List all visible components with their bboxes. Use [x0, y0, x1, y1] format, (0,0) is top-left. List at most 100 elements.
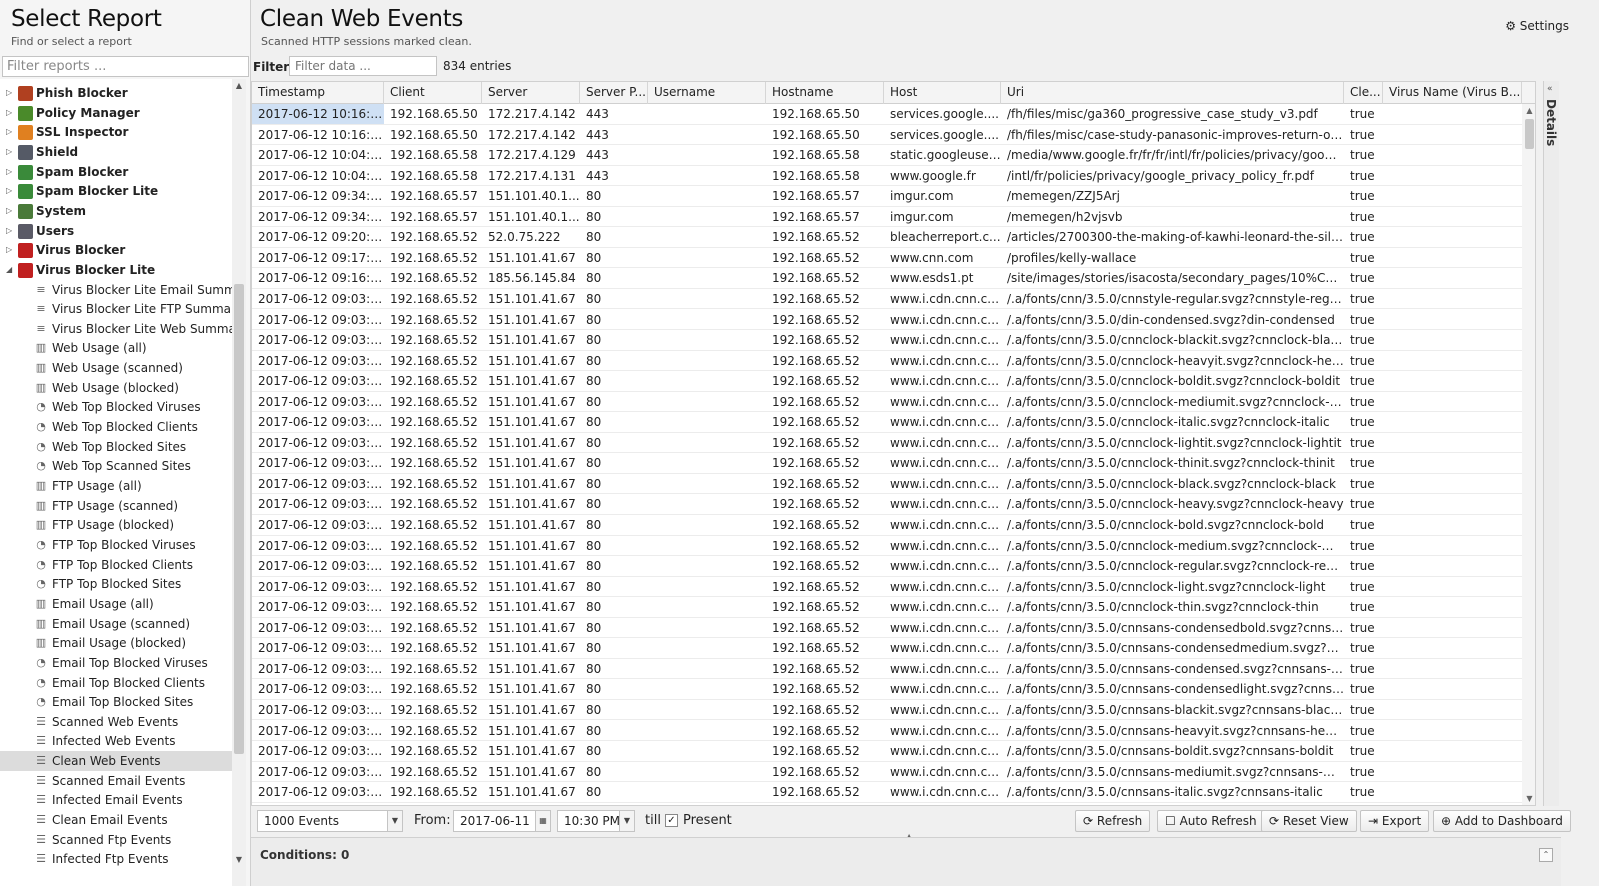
column-header[interactable]: Uri [1001, 82, 1344, 104]
expand-triangle-icon[interactable]: ▷ [6, 162, 16, 182]
tree-report-item[interactable]: ◔ Web Top Blocked Clients [0, 417, 237, 437]
scroll-up-icon[interactable]: ▲ [234, 81, 244, 90]
scroll-down-icon[interactable]: ▼ [234, 855, 244, 864]
report-filter-input[interactable] [2, 56, 249, 77]
reset-view-button[interactable]: ⟳ Reset View [1261, 810, 1357, 832]
column-header[interactable]: Hostname [766, 82, 884, 104]
table-row[interactable]: 2017-06-12 09:03:0... 192.168.65.52 151.10… [252, 638, 1522, 659]
auto-refresh-button[interactable]: ☐ Auto Refresh [1157, 810, 1265, 832]
table-row[interactable]: 2017-06-12 09:03:0... 192.168.65.52 151.10… [252, 515, 1522, 536]
table-row[interactable]: 2017-06-12 09:03:0... 192.168.65.52 151.10… [252, 453, 1522, 474]
tree-report-item[interactable]: ◔ FTP Top Blocked Sites [0, 574, 237, 594]
tree-category[interactable]: ▷ Spam Blocker [0, 162, 237, 182]
settings-button[interactable]: ⚙ Settings [1505, 19, 1569, 33]
export-button[interactable]: ⇥ Export [1360, 810, 1430, 832]
table-row[interactable]: 2017-06-12 09:03:0... 192.168.65.52 151.10… [252, 700, 1522, 721]
table-row[interactable]: 2017-06-12 09:03:0... 192.168.65.52 151.10… [252, 474, 1522, 495]
table-row[interactable]: 2017-06-12 10:04:2... 192.168.65.58 172.21… [252, 145, 1522, 166]
column-header[interactable]: Server [482, 82, 580, 104]
tree-report-item[interactable]: ≡ Virus Blocker Lite Web Summary [0, 319, 237, 339]
add-to-dashboard-button[interactable]: ⊕ Add to Dashboard [1433, 810, 1571, 832]
tree-report-item[interactable]: ☰ Clean Email Events [0, 810, 237, 830]
tree-category[interactable]: ▷ Shield [0, 142, 237, 162]
tree-report-item[interactable]: ◔ Web Top Blocked Viruses [0, 397, 237, 417]
table-row[interactable]: 2017-06-12 09:03:0... 192.168.65.52 151.10… [252, 659, 1522, 680]
expand-triangle-icon[interactable]: ▷ [6, 240, 16, 260]
table-row[interactable]: 2017-06-12 10:16:3... 192.168.65.50 172.21… [252, 125, 1522, 146]
tree-report-item[interactable]: ▥ Email Usage (blocked) [0, 633, 237, 653]
expand-triangle-icon[interactable]: ▷ [6, 122, 16, 142]
expand-triangle-icon[interactable]: ▷ [6, 201, 16, 221]
column-header[interactable]: Cle... [1344, 82, 1383, 104]
tree-report-item[interactable]: ▥ Web Usage (all) [0, 338, 237, 358]
grid-scrollbar[interactable]: ▲ ▼ [1522, 104, 1535, 805]
tree-category[interactable]: ▷ System [0, 201, 237, 221]
tree-report-item[interactable]: ▥ Web Usage (scanned) [0, 358, 237, 378]
from-time-field[interactable]: 10:30 PM ▼ [557, 810, 635, 832]
tree-report-item[interactable]: ◔ Email Top Blocked Viruses [0, 653, 237, 673]
table-row[interactable]: 2017-06-12 09:34:2... 192.168.65.57 151.10… [252, 207, 1522, 228]
refresh-button[interactable]: ⟳ Refresh [1075, 810, 1151, 832]
data-filter-input[interactable] [289, 56, 437, 76]
tree-category[interactable]: ▷ Phish Blocker [0, 83, 237, 103]
tree-report-item[interactable]: ☰ Infected Ftp Events [0, 849, 237, 869]
tree-category[interactable]: ▷ Spam Blocker Lite [0, 181, 237, 201]
tree-report-item[interactable]: ☰ Infected Email Events [0, 790, 237, 810]
tree-report-item[interactable]: ▥ FTP Usage (scanned) [0, 496, 237, 516]
expand-triangle-icon[interactable]: ▷ [6, 103, 16, 123]
events-limit-select[interactable]: 1000 Events ▼ [257, 810, 403, 832]
conditions-panel[interactable]: Conditions: 0 ⌃ [251, 837, 1561, 886]
table-row[interactable]: 2017-06-12 09:03:0... 192.168.65.52 151.10… [252, 679, 1522, 700]
tree-report-item[interactable]: ≡ Virus Blocker Lite Email Summary [0, 280, 237, 300]
column-header[interactable]: Virus Name (Virus B... [1383, 82, 1522, 104]
tree-category[interactable]: ▷ SSL Inspector [0, 122, 237, 142]
grid-scroll-thumb[interactable] [1525, 119, 1534, 149]
table-row[interactable]: 2017-06-12 09:03:0... 192.168.65.52 151.10… [252, 556, 1522, 577]
table-row[interactable]: 2017-06-12 09:03:0... 192.168.65.52 151.10… [252, 494, 1522, 515]
table-row[interactable]: 2017-06-12 09:03:0... 192.168.65.52 151.10… [252, 330, 1522, 351]
table-row[interactable]: 2017-06-12 09:03:0... 192.168.65.52 151.10… [252, 351, 1522, 372]
table-row[interactable]: 2017-06-12 09:34:2... 192.168.65.57 151.10… [252, 186, 1522, 207]
tree-report-item[interactable]: ◔ FTP Top Blocked Clients [0, 555, 237, 575]
column-header[interactable]: Server P... [580, 82, 648, 104]
table-row[interactable]: 2017-06-12 09:03:0... 192.168.65.52 151.10… [252, 721, 1522, 741]
collapse-triangle-icon[interactable]: ◢ [6, 260, 16, 280]
tree-report-item[interactable]: ☰ Clean Web Events [0, 751, 237, 772]
calendar-icon[interactable]: ▦ [535, 811, 550, 831]
expand-triangle-icon[interactable]: ▷ [6, 221, 16, 241]
tree-scrollbar[interactable]: ▲ ▼ [232, 79, 246, 886]
table-row[interactable]: 2017-06-12 09:03:0... 192.168.65.52 151.10… [252, 289, 1522, 310]
table-row[interactable]: 2017-06-12 09:03:0... 192.168.65.52 151.10… [252, 577, 1522, 598]
tree-report-item[interactable]: ◔ Web Top Blocked Sites [0, 437, 237, 457]
expand-triangle-icon[interactable]: ▷ [6, 83, 16, 103]
present-checkbox[interactable]: ✓ [665, 814, 678, 827]
table-row[interactable]: 2017-06-12 09:03:0... 192.168.65.52 151.10… [252, 741, 1522, 762]
tree-report-item[interactable]: ▥ FTP Usage (blocked) [0, 515, 237, 535]
tree-report-item[interactable]: ◔ Web Top Scanned Sites [0, 456, 237, 476]
scroll-down-icon[interactable]: ▼ [1524, 794, 1535, 803]
table-row[interactable]: 2017-06-12 09:03:0... 192.168.65.52 151.10… [252, 762, 1522, 783]
column-header[interactable]: Host [884, 82, 1001, 104]
expand-triangle-icon[interactable]: ▷ [6, 142, 16, 162]
column-header[interactable]: Username [648, 82, 766, 104]
tree-category[interactable]: ▷ Virus Blocker [0, 240, 237, 260]
scroll-up-icon[interactable]: ▲ [1524, 106, 1535, 115]
tree-report-item[interactable]: ☰ Infected Web Events [0, 731, 237, 751]
column-header[interactable]: Timestamp [252, 82, 384, 104]
tree-report-item[interactable]: ▥ Email Usage (all) [0, 594, 237, 614]
expand-icon[interactable]: ⌃ [1539, 848, 1553, 862]
from-date-field[interactable]: 2017-06-11 ▦ [453, 810, 551, 832]
table-row[interactable]: 2017-06-12 09:03:0... 192.168.65.52 151.10… [252, 310, 1522, 330]
table-row[interactable]: 2017-06-12 09:03:0... 192.168.65.52 151.10… [252, 782, 1522, 803]
table-row[interactable]: 2017-06-12 09:20:1... 192.168.65.52 52.0.7… [252, 227, 1522, 248]
table-row[interactable]: 2017-06-12 09:03:0... 192.168.65.52 151.10… [252, 536, 1522, 557]
table-row[interactable]: 2017-06-12 09:03:0... 192.168.65.52 151.10… [252, 618, 1522, 639]
table-row[interactable]: 2017-06-12 09:03:0... 192.168.65.52 151.10… [252, 597, 1522, 618]
table-row[interactable]: 2017-06-12 09:16:4... 192.168.65.52 185.56… [252, 268, 1522, 289]
tree-category[interactable]: ▷ Policy Manager [0, 103, 237, 123]
tree-report-item[interactable]: ◔ FTP Top Blocked Viruses [0, 535, 237, 555]
tree-report-item[interactable]: ▥ Email Usage (scanned) [0, 614, 237, 634]
tree-report-item[interactable]: ☰ Scanned Ftp Events [0, 830, 237, 850]
table-row[interactable]: 2017-06-12 09:03:0... 192.168.65.52 151.10… [252, 371, 1522, 392]
table-row[interactable]: 2017-06-12 09:17:5... 192.168.65.52 151.10… [252, 248, 1522, 269]
